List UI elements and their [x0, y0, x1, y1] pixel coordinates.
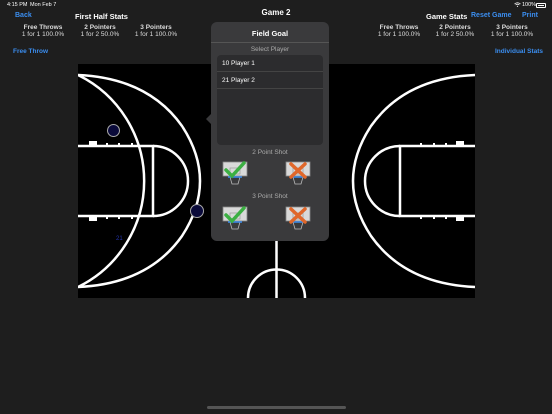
basket-x-icon [285, 161, 311, 185]
basket-check-icon [222, 206, 248, 230]
popover-divider [211, 42, 329, 43]
player-list: 10 Player 1 21 Player 2 [217, 55, 323, 145]
player-row[interactable]: 21 Player 2 [217, 72, 323, 89]
game-free-throws: Free Throws 1 for 1 100.0% [377, 24, 421, 38]
print-button[interactable]: Print [522, 12, 538, 19]
two-point-made-button[interactable] [222, 160, 248, 186]
reset-game-button[interactable]: Reset Game [471, 12, 511, 19]
game-3-pointers: 3 Pointers 1 for 1 100.0% [490, 24, 534, 38]
popover-arrow [206, 114, 211, 124]
individual-stats-button[interactable]: Individual Stats [495, 48, 543, 55]
basket-x-icon [285, 206, 311, 230]
home-indicator[interactable] [207, 406, 346, 409]
game-stats-heading: Game Stats [426, 12, 468, 21]
first-half-free-throws: Free Throws 1 for 1 100.0% [21, 24, 65, 38]
basket-check-icon [222, 161, 248, 185]
game-2-pointers: 2 Pointers 1 for 2 50.0% [435, 24, 475, 38]
shot-marker[interactable] [190, 204, 204, 218]
three-point-label: 3 Point Shot [252, 193, 288, 200]
two-point-missed-button[interactable] [285, 160, 311, 186]
select-player-label: Select Player [250, 46, 290, 53]
shot-marker[interactable] [107, 124, 120, 137]
two-point-label: 2 Point Shot [252, 149, 288, 156]
first-half-3-pointers: 3 Pointers 1 for 1 100.0% [134, 24, 178, 38]
popover-title: Field Goal [251, 29, 289, 38]
first-half-heading: First Half Stats [75, 12, 128, 21]
three-point-missed-button[interactable] [285, 205, 311, 231]
free-throw-button[interactable]: Free Throw [13, 48, 48, 55]
field-goal-popover: Field Goal Select Player 10 Player 1 21 … [206, 22, 329, 241]
wifi-icon [514, 2, 521, 7]
first-half-2-pointers: 2 Pointers 1 for 2 50.0% [80, 24, 120, 38]
shot-marker-number: 21 [116, 236, 123, 242]
three-point-made-button[interactable] [222, 205, 248, 231]
player-row[interactable]: 10 Player 1 [217, 55, 323, 72]
